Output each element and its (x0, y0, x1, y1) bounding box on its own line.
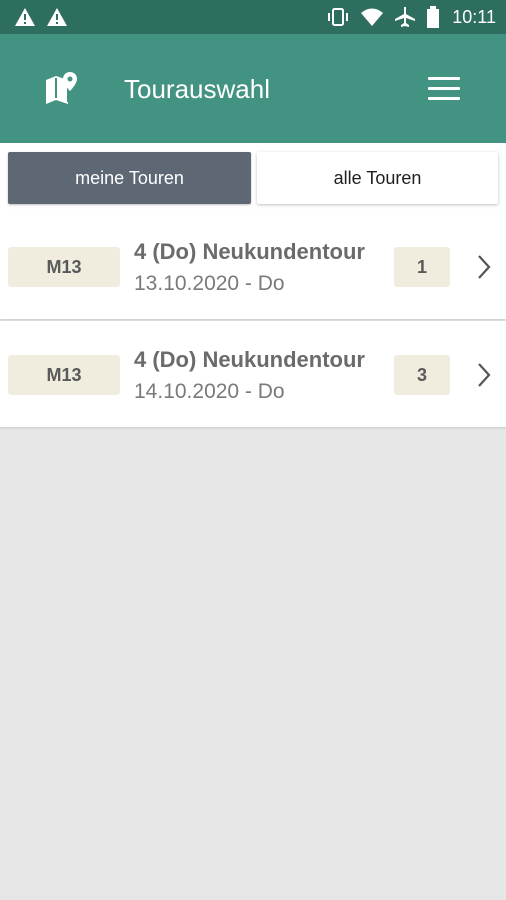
tab-alle-touren[interactable]: alle Touren (257, 152, 498, 204)
tour-title: 4 (Do) Neukundentour (134, 347, 365, 372)
status-bar: 10:11 (0, 0, 506, 34)
tour-list-item[interactable]: M13 4 (Do) Neukundentour 14.10.2020 - Do… (0, 321, 506, 427)
page-title: Tourauswahl (124, 74, 270, 104)
tour-code-badge: M13 (8, 247, 120, 287)
wifi-icon (361, 8, 384, 26)
battery-icon (427, 6, 440, 28)
tour-code-badge: M13 (8, 355, 120, 395)
airplane-icon (395, 7, 416, 27)
tour-count-badge: 1 (394, 247, 450, 287)
tour-count-badge: 3 (394, 355, 450, 395)
warning-icon (47, 8, 67, 26)
status-system: 10:11 (326, 6, 496, 28)
chevron-right-icon (478, 255, 491, 279)
map-pin-icon (46, 72, 77, 104)
status-time: 10:11 (452, 6, 496, 27)
status-notifications (14, 7, 68, 27)
chevron-right-icon (478, 363, 491, 387)
tour-title: 4 (Do) Neukundentour (134, 239, 365, 264)
warning-icon (15, 8, 35, 26)
tab-bar: meine Touren alle Touren (0, 143, 506, 213)
tour-date: 13.10.2020 - Do (134, 272, 285, 295)
tour-list: M13 4 (Do) Neukundentour 13.10.2020 - Do… (0, 213, 506, 427)
tour-date: 14.10.2020 - Do (134, 380, 285, 403)
tab-meine-touren[interactable]: meine Touren (8, 152, 251, 204)
tour-list-item[interactable]: M13 4 (Do) Neukundentour 13.10.2020 - Do… (0, 213, 506, 319)
hamburger-menu-icon[interactable] (424, 74, 466, 104)
app-bar: Tourauswahl (0, 34, 506, 143)
vibrate-icon (328, 8, 349, 26)
